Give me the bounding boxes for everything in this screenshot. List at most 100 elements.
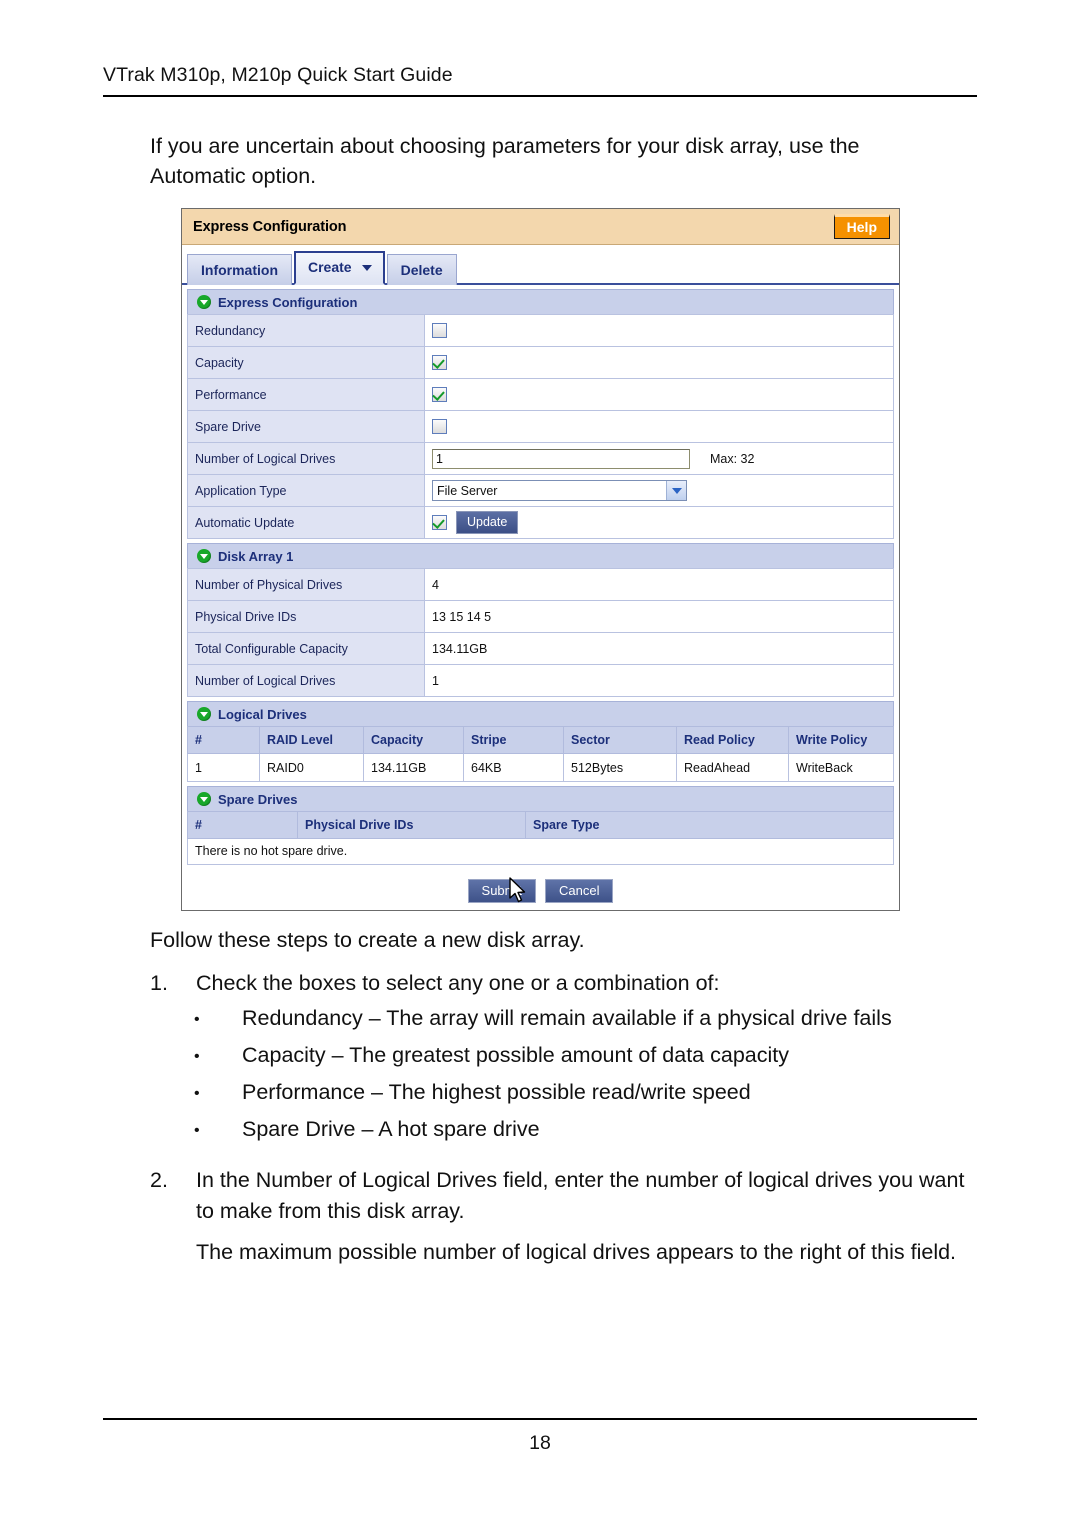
panel-titlebar: Express Configuration Help [182, 209, 899, 245]
application-type-select[interactable]: File Server [432, 480, 687, 501]
spare-drives-empty-message: There is no hot spare drive. [187, 839, 894, 865]
step-2: 2. In the Number of Logical Drives field… [150, 1165, 980, 1227]
step-2-number: 2. [150, 1168, 168, 1192]
column-header-spare-type: Spare Type [525, 811, 894, 839]
list-item: • Spare Drive – A hot spare drive [150, 1114, 980, 1147]
tab-create[interactable]: Create [294, 251, 385, 285]
row-label-number-of-logical-drives: Number of Logical Drives [187, 442, 425, 475]
table-row: Total Configurable Capacity 134.11GB [187, 632, 894, 665]
running-head: VTrak M310p, M210p Quick Start Guide [103, 64, 453, 86]
section-header-express-configuration[interactable]: Express Configuration [187, 289, 894, 314]
spare-drives-table: # Physical Drive IDs Spare Type [187, 811, 894, 839]
logical-drives-table: # RAID Level Capacity Stripe Sector Read… [187, 726, 894, 782]
step-2-text: In the Number of Logical Drives field, e… [196, 1168, 965, 1223]
row-value-number-of-logical-drives: 1 Max: 32 [424, 442, 894, 475]
row-value-disk-array-number-of-logical-drives: 1 [424, 664, 894, 697]
bullet-glyph: • [194, 1085, 200, 1102]
tab-bar: Information Create Delete [182, 245, 899, 285]
chevron-down-icon [361, 264, 372, 271]
number-of-logical-drives-input[interactable]: 1 [432, 448, 690, 469]
table-row: Performance [187, 378, 894, 411]
step-1-bullet-list: • Redundancy – The array will remain ava… [150, 1003, 980, 1147]
section-header-spare-drives[interactable]: Spare Drives [187, 786, 894, 811]
capacity-checkbox[interactable] [432, 355, 447, 371]
tab-delete-label: Delete [400, 262, 443, 278]
table-row[interactable]: 1 RAID0 134.11GB 64KB 512Bytes ReadAhead… [187, 753, 894, 782]
express-configuration-table: Redundancy Capacity Performance Spare Dr… [187, 314, 894, 539]
column-header-sector: Sector [563, 726, 677, 754]
page-number: 18 [529, 1432, 551, 1454]
bullet-glyph: • [194, 1048, 200, 1065]
cell-stripe: 64KB [463, 753, 564, 782]
row-value-spare-drive [424, 410, 894, 443]
header-rule [103, 95, 977, 97]
bullet-text-performance: Performance – The highest possible read/… [242, 1080, 751, 1104]
max-logical-drives-note: Max: 32 [710, 451, 755, 466]
table-row: Number of Logical Drives 1 [187, 664, 894, 697]
column-header-stripe: Stripe [463, 726, 564, 754]
column-header-write-policy: Write Policy [788, 726, 894, 754]
step-1: 1. Check the boxes to select any one or … [150, 968, 980, 999]
spare-drive-checkbox[interactable] [432, 419, 447, 435]
row-value-total-configurable-capacity: 134.11GB [424, 632, 894, 665]
chevron-down-icon[interactable] [666, 481, 686, 500]
disk-array-table: Number of Physical Drives 4 Physical Dri… [187, 568, 894, 697]
cell-capacity: 134.11GB [363, 753, 464, 782]
list-item: • Capacity – The greatest possible amoun… [150, 1040, 980, 1073]
row-value-application-type: File Server [424, 474, 894, 507]
row-value-automatic-update: Update [424, 506, 894, 539]
body-copy: Follow these steps to create a new disk … [150, 925, 980, 1268]
tab-create-label: Create [308, 259, 352, 275]
table-header-row: # Physical Drive IDs Spare Type [187, 811, 894, 839]
performance-checkbox[interactable] [432, 387, 447, 403]
row-label-redundancy: Redundancy [187, 314, 425, 347]
cell-read-policy: ReadAhead [676, 753, 789, 782]
update-button[interactable]: Update [456, 511, 519, 534]
collapse-arrow-icon [197, 707, 211, 721]
row-value-capacity [424, 346, 894, 379]
row-label-total-configurable-capacity: Total Configurable Capacity [187, 632, 425, 665]
section-title-spare-drives: Spare Drives [218, 791, 298, 807]
row-label-application-type: Application Type [187, 474, 425, 507]
row-label-spare-drive: Spare Drive [187, 410, 425, 443]
collapse-arrow-icon [197, 792, 211, 806]
column-header-index: # [187, 726, 260, 754]
tab-information[interactable]: Information [187, 254, 292, 285]
bullet-text-capacity: Capacity – The greatest possible amount … [242, 1043, 789, 1067]
table-row: Spare Drive [187, 410, 894, 443]
row-label-disk-array-number-of-logical-drives: Number of Logical Drives [187, 664, 425, 697]
step-2-sub-paragraph: The maximum possible number of logical d… [196, 1240, 957, 1264]
list-item: • Redundancy – The array will remain ava… [150, 1003, 980, 1036]
bullet-text-redundancy: Redundancy – The array will remain avail… [242, 1006, 892, 1030]
cell-write-policy: WriteBack [788, 753, 894, 782]
help-button[interactable]: Help [833, 214, 890, 239]
section-header-logical-drives[interactable]: Logical Drives [187, 701, 894, 726]
table-row: Number of Physical Drives 4 [187, 568, 894, 601]
step-1-text: Check the boxes to select any one or a c… [196, 971, 720, 995]
submit-button[interactable]: Submit [467, 879, 536, 903]
cancel-button[interactable]: Cancel [545, 879, 614, 903]
row-label-capacity: Capacity [187, 346, 425, 379]
redundancy-checkbox[interactable] [432, 323, 447, 339]
row-label-automatic-update: Automatic Update [187, 506, 425, 539]
table-row: Application Type File Server [187, 474, 894, 507]
automatic-update-checkbox[interactable] [432, 515, 447, 530]
list-item: • Performance – The highest possible rea… [150, 1077, 980, 1110]
section-header-disk-array[interactable]: Disk Array 1 [187, 543, 894, 568]
column-header-capacity: Capacity [363, 726, 464, 754]
row-value-performance [424, 378, 894, 411]
cell-raid-level: RAID0 [259, 753, 364, 782]
bullet-glyph: • [194, 1122, 200, 1139]
column-header-index: # [187, 811, 298, 839]
table-row: Physical Drive IDs 13 15 14 5 [187, 600, 894, 633]
row-value-physical-drive-ids: 13 15 14 5 [424, 600, 894, 633]
bullet-text-spare-drive: Spare Drive – A hot spare drive [242, 1117, 540, 1141]
collapse-arrow-icon [197, 295, 211, 309]
row-value-redundancy [424, 314, 894, 347]
table-row: Redundancy [187, 314, 894, 347]
section-title-disk-array: Disk Array 1 [218, 548, 294, 564]
tab-delete[interactable]: Delete [386, 254, 457, 285]
row-label-physical-drive-ids: Physical Drive IDs [187, 600, 425, 633]
row-label-performance: Performance [187, 378, 425, 411]
